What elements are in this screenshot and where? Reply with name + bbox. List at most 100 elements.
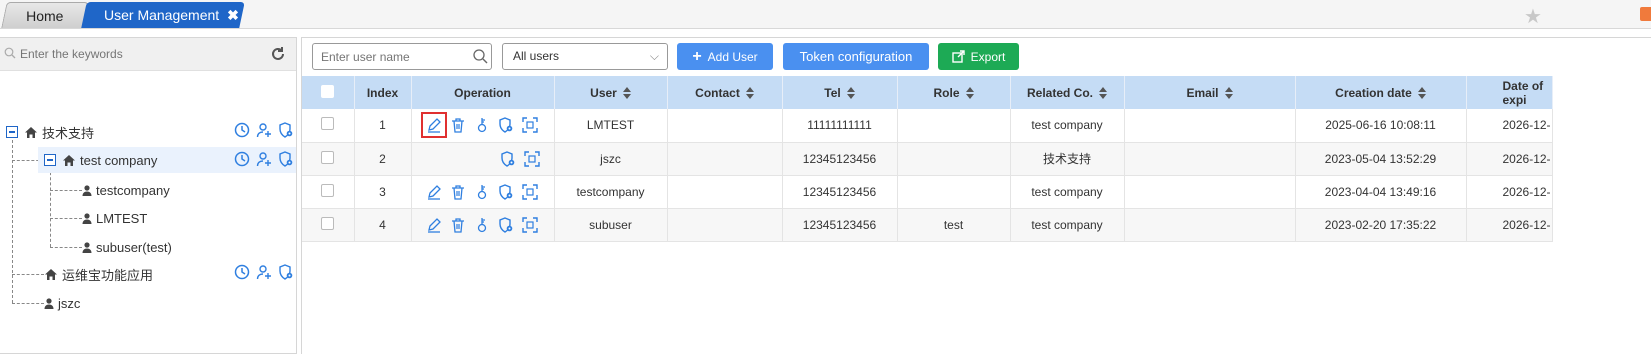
cell-operation <box>411 142 555 176</box>
shield-gear-icon[interactable] <box>498 216 514 233</box>
cell-expiry-date: 2026-12- <box>1466 208 1553 242</box>
cell-role <box>897 175 1011 209</box>
cell-expiry-date: 2026-12- <box>1466 142 1553 176</box>
header-expiry-date[interactable]: Date of expi <box>1466 76 1553 109</box>
select-all-checkbox[interactable] <box>321 84 335 98</box>
tree-node-label: LMTEST <box>96 210 148 226</box>
org-tree: 技术支持 test company testcompany LMTEST sub… <box>0 71 296 351</box>
row-checkbox[interactable] <box>321 183 335 197</box>
user-icon <box>82 241 92 253</box>
delete-icon[interactable] <box>450 217 466 233</box>
user-filter-select[interactable]: All users ⌵ <box>502 43 668 70</box>
tree-node-user[interactable]: LMTEST <box>82 205 147 231</box>
shield-gear-icon[interactable] <box>498 183 514 200</box>
search-icon <box>4 47 16 59</box>
shield-gear-icon[interactable] <box>498 117 514 134</box>
add-user-icon[interactable] <box>256 151 272 167</box>
collapse-icon[interactable] <box>44 154 56 166</box>
header-contact-label: Contact <box>695 85 740 100</box>
cell-index: 1 <box>354 109 412 143</box>
close-tab-icon[interactable]: ✖ <box>227 7 239 24</box>
token-configuration-button[interactable]: Token configuration <box>783 43 929 70</box>
cell-operation <box>411 109 555 143</box>
header-user[interactable]: User <box>554 76 668 109</box>
delete-icon[interactable] <box>450 184 466 200</box>
header-creation-date[interactable]: Creation date <box>1295 76 1467 109</box>
row-checkbox[interactable] <box>321 216 335 230</box>
add-user-button[interactable]: + Add User <box>677 43 773 70</box>
tree-connector <box>12 303 44 304</box>
header-related-co[interactable]: Related Co. <box>1010 76 1125 109</box>
cell-user: testcompany <box>554 175 668 209</box>
notification-icon[interactable] <box>1640 7 1651 21</box>
export-button[interactable]: Export <box>938 43 1019 70</box>
header-tel-label: Tel <box>824 85 841 100</box>
cell-creation-date: 2023-02-20 17:35:22 <box>1295 208 1467 242</box>
key-icon[interactable] <box>474 217 490 233</box>
search-icon[interactable] <box>473 49 488 64</box>
scan-icon[interactable] <box>523 150 540 167</box>
sort-icon[interactable] <box>1417 87 1426 100</box>
cell-email <box>1124 175 1296 209</box>
tab-user-management-label: User Management <box>104 7 220 23</box>
table-row[interactable]: 1 LMTEST 11111111111 test company 2025-0… <box>302 109 1553 143</box>
table-row[interactable]: 3 testcompany 12345123456 test company 2… <box>302 175 1553 209</box>
sort-icon[interactable] <box>1224 87 1233 100</box>
sort-icon[interactable] <box>622 87 631 100</box>
table-row[interactable]: 2 jszc 12345123456 技术支持 2023-05-04 13:52… <box>302 142 1553 176</box>
tab-user-management[interactable]: User Management ✖ <box>81 2 245 28</box>
collapse-icon[interactable] <box>6 126 18 138</box>
edit-icon[interactable] <box>426 217 442 233</box>
home-icon <box>25 126 37 138</box>
tree-node-label: 运维宝功能应用 <box>62 267 154 283</box>
home-icon <box>63 154 75 166</box>
shield-gear-icon[interactable] <box>278 122 294 138</box>
edit-icon[interactable] <box>426 184 442 200</box>
export-label: Export <box>970 49 1006 64</box>
tree-search-input[interactable] <box>20 44 260 64</box>
table-header-row: Index Operation User Contact Tel Role Re… <box>302 76 1553 109</box>
scan-icon[interactable] <box>521 117 538 133</box>
tree-node-user[interactable]: jszc <box>44 290 80 316</box>
star-icon[interactable]: ★ <box>1524 4 1542 29</box>
row-checkbox[interactable] <box>321 117 335 131</box>
add-user-icon[interactable] <box>256 264 272 280</box>
shield-gear-icon[interactable] <box>500 150 516 167</box>
cell-tel: 12345123456 <box>782 208 898 242</box>
row-checkbox[interactable] <box>321 150 335 164</box>
shield-gear-icon[interactable] <box>278 264 294 280</box>
refresh-icon[interactable] <box>270 46 286 62</box>
clock-icon[interactable] <box>234 264 250 280</box>
key-icon[interactable] <box>474 117 490 133</box>
row-select-cell <box>302 175 355 209</box>
user-search-input[interactable] <box>321 48 466 66</box>
tab-bar: Home User Management ✖ ★ <box>0 0 1651 29</box>
sort-icon[interactable] <box>846 87 855 100</box>
shield-gear-icon[interactable] <box>278 151 294 167</box>
sort-icon[interactable] <box>965 87 974 100</box>
tree-node-org[interactable]: 运维宝功能应用 <box>44 261 153 287</box>
tab-home[interactable]: Home <box>1 2 89 28</box>
header-contact[interactable]: Contact <box>667 76 783 109</box>
delete-icon[interactable] <box>450 117 466 133</box>
sort-icon[interactable] <box>1099 87 1107 100</box>
header-email[interactable]: Email <box>1124 76 1296 109</box>
tree-node-user[interactable]: testcompany <box>82 177 170 203</box>
table-row[interactable]: 4 subuser 12345123456 test test company <box>302 208 1553 242</box>
token-configuration-label: Token configuration <box>799 49 913 64</box>
scan-icon[interactable] <box>521 216 538 233</box>
plus-icon: + <box>692 47 702 65</box>
cell-related-co: test company <box>1010 175 1125 209</box>
scan-icon[interactable] <box>521 183 538 200</box>
add-user-icon[interactable] <box>256 122 272 138</box>
sort-icon[interactable] <box>745 87 754 100</box>
header-tel[interactable]: Tel <box>782 76 898 109</box>
tree-node-user[interactable]: subuser(test) <box>82 234 172 260</box>
clock-icon[interactable] <box>234 151 250 167</box>
clock-icon[interactable] <box>234 122 250 138</box>
edit-icon[interactable] <box>420 112 447 139</box>
key-icon[interactable] <box>474 184 490 200</box>
header-role[interactable]: Role <box>897 76 1011 109</box>
cell-role <box>897 142 1011 176</box>
header-index: Index <box>354 76 412 109</box>
